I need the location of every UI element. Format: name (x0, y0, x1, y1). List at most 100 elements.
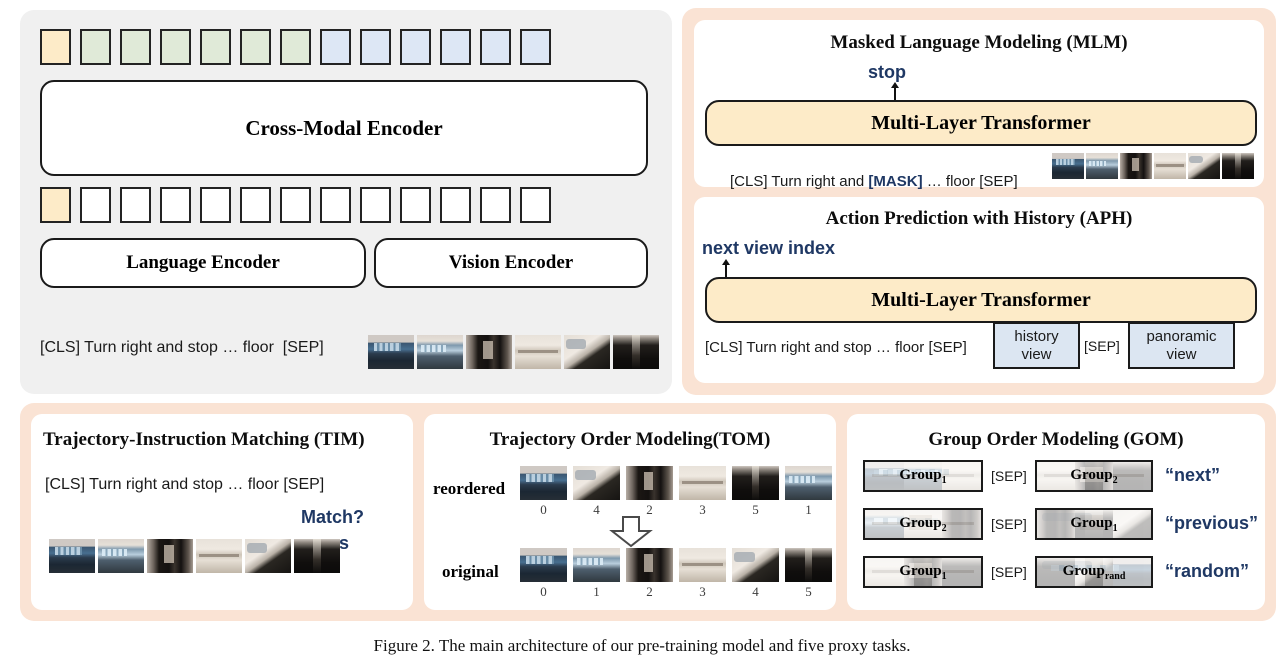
tom-panel: Trajectory Order Modeling(TOM) reordered… (424, 414, 836, 610)
token-box (360, 187, 391, 223)
thumbnail-living-room-ceiling (785, 466, 832, 500)
aph-arrow-line (725, 263, 727, 278)
thumbnail-living-room-window (1052, 153, 1084, 179)
tim-input-text: [CLS] Turn right and stop … floor [SEP] (45, 476, 325, 493)
group-label: Group1 (1070, 514, 1118, 534)
aph-transformer-box: Multi-Layer Transformer (705, 277, 1257, 323)
mlm-mask-token: [MASK] (868, 173, 923, 190)
thumbnail-dark-doorway (626, 466, 673, 500)
token-box (280, 29, 311, 65)
index-label: 1 (593, 584, 600, 599)
thumbnail-living-room-ceiling (98, 539, 144, 573)
group-label: Group2 (1070, 466, 1118, 486)
thumbnail-counter-dark-table (564, 335, 610, 369)
tim-question: Match? (301, 507, 364, 527)
index-label: 5 (805, 584, 812, 599)
gom-sep-label: [SEP] (991, 564, 1027, 580)
token-box (200, 187, 231, 223)
mlm-panel: Masked Language Modeling (MLM) stop Mult… (694, 20, 1264, 190)
gom-sep-label: [SEP] (991, 516, 1027, 532)
group-box: Group1 (863, 460, 983, 492)
cross-modal-encoder-box: Cross-Modal Encoder (40, 80, 648, 176)
cross-modal-encoder-label: Cross-Modal Encoder (245, 115, 443, 140)
group-label: Grouprand (1062, 562, 1126, 582)
gom-answer-label: “random” (1165, 561, 1250, 581)
aph-history-view-box: history view (993, 322, 1080, 369)
token-box (440, 187, 471, 223)
group-thumbnail-segment (1113, 510, 1151, 538)
thumbnail-dark-doorway (1120, 153, 1152, 179)
index-label: 5 (752, 502, 759, 517)
language-encoder-label: Language Encoder (126, 252, 280, 273)
thumbnail-living-room-ceiling (573, 548, 620, 582)
token-box (40, 29, 71, 65)
mid-token-row (40, 187, 560, 223)
architecture-input-text: [CLS] Turn right and stop … floor [SEP] (40, 339, 324, 356)
token-box (480, 187, 511, 223)
thumbnail-kitchen-shelf (515, 335, 561, 369)
mlm-transformer-label: Multi-Layer Transformer (871, 111, 1091, 134)
index-label: 1 (805, 502, 812, 517)
thumbnail-living-room-window (520, 548, 567, 582)
gom-title: Group Order Modeling (GOM) (928, 429, 1184, 450)
group-subscript: 1 (941, 570, 947, 582)
token-box (200, 29, 231, 65)
group-label: Group2 (899, 514, 947, 534)
token-box (280, 187, 311, 223)
mlm-arrow-head (891, 82, 899, 88)
index-label: 0 (540, 502, 547, 517)
tom-reordered-strip (520, 466, 838, 500)
group-thumbnail-segment (1113, 462, 1151, 490)
architecture-thumbnail-strip (368, 335, 662, 369)
group-subscript: rand (1104, 570, 1126, 582)
token-box (320, 187, 351, 223)
token-box (520, 29, 551, 65)
aph-input-text: [CLS] Turn right and stop … floor [SEP] (705, 339, 967, 356)
tim-thumbnail-strip (49, 539, 343, 573)
group-subscript: 1 (1112, 522, 1118, 534)
tom-original-strip (520, 548, 838, 582)
aph-history-view-label: history view (1014, 328, 1059, 363)
index-label: 3 (699, 584, 706, 599)
mlm-prediction: stop (868, 62, 906, 82)
aph-title: Action Prediction with History (APH) (825, 208, 1133, 229)
tom-original-label: original (442, 562, 499, 581)
tim-title: Trajectory-Instruction Matching (TIM) (43, 429, 365, 450)
thumbnail-counter-dark-table (573, 466, 620, 500)
mlm-thumbnail-strip (1052, 153, 1256, 179)
aph-panoramic-view-label: panoramic view (1146, 328, 1217, 363)
gom-answer-label: “next” (1165, 465, 1221, 485)
token-box (80, 29, 111, 65)
group-label: Group1 (899, 562, 947, 582)
thumbnail-living-room-ceiling (417, 335, 463, 369)
thumbnail-living-room-window (49, 539, 95, 573)
token-box (120, 187, 151, 223)
group-thumbnail-segment (942, 510, 981, 538)
thumbnail-living-room-ceiling (1086, 153, 1118, 179)
figure-caption: Figure 2. The main architecture of our p… (373, 636, 911, 655)
thumbnail-dark-hallway (294, 539, 340, 573)
group-subscript: 1 (941, 474, 947, 486)
thumbnail-dark-doorway (147, 539, 193, 573)
mlm-transformer-box: Multi-Layer Transformer (705, 100, 1257, 146)
group-box: Group1 (1035, 508, 1153, 540)
main-architecture-panel: Cross-Modal Encoder Language Encoder Vis… (20, 10, 672, 394)
aph-sep-label: [SEP] (1084, 338, 1120, 354)
token-box (360, 29, 391, 65)
index-label: 0 (540, 584, 547, 599)
aph-panel: Action Prediction with History (APH) nex… (694, 197, 1264, 383)
thumbnail-kitchen-shelf (679, 548, 726, 582)
figure-root: Cross-Modal Encoder Language Encoder Vis… (0, 0, 1284, 667)
group-box: Grouprand (1035, 556, 1153, 588)
thumbnail-dark-hallway (732, 466, 779, 500)
thumbnail-living-room-window (368, 335, 414, 369)
thumbnail-dark-hallway (613, 335, 659, 369)
thumbnail-dark-hallway (1222, 153, 1254, 179)
token-box (400, 29, 431, 65)
group-box: Group2 (863, 508, 983, 540)
group-thumbnail-segment (942, 558, 981, 586)
thumbnail-counter-dark-table (245, 539, 291, 573)
index-label: 4 (752, 584, 759, 599)
token-box (240, 187, 271, 223)
group-subscript: 2 (941, 522, 947, 534)
